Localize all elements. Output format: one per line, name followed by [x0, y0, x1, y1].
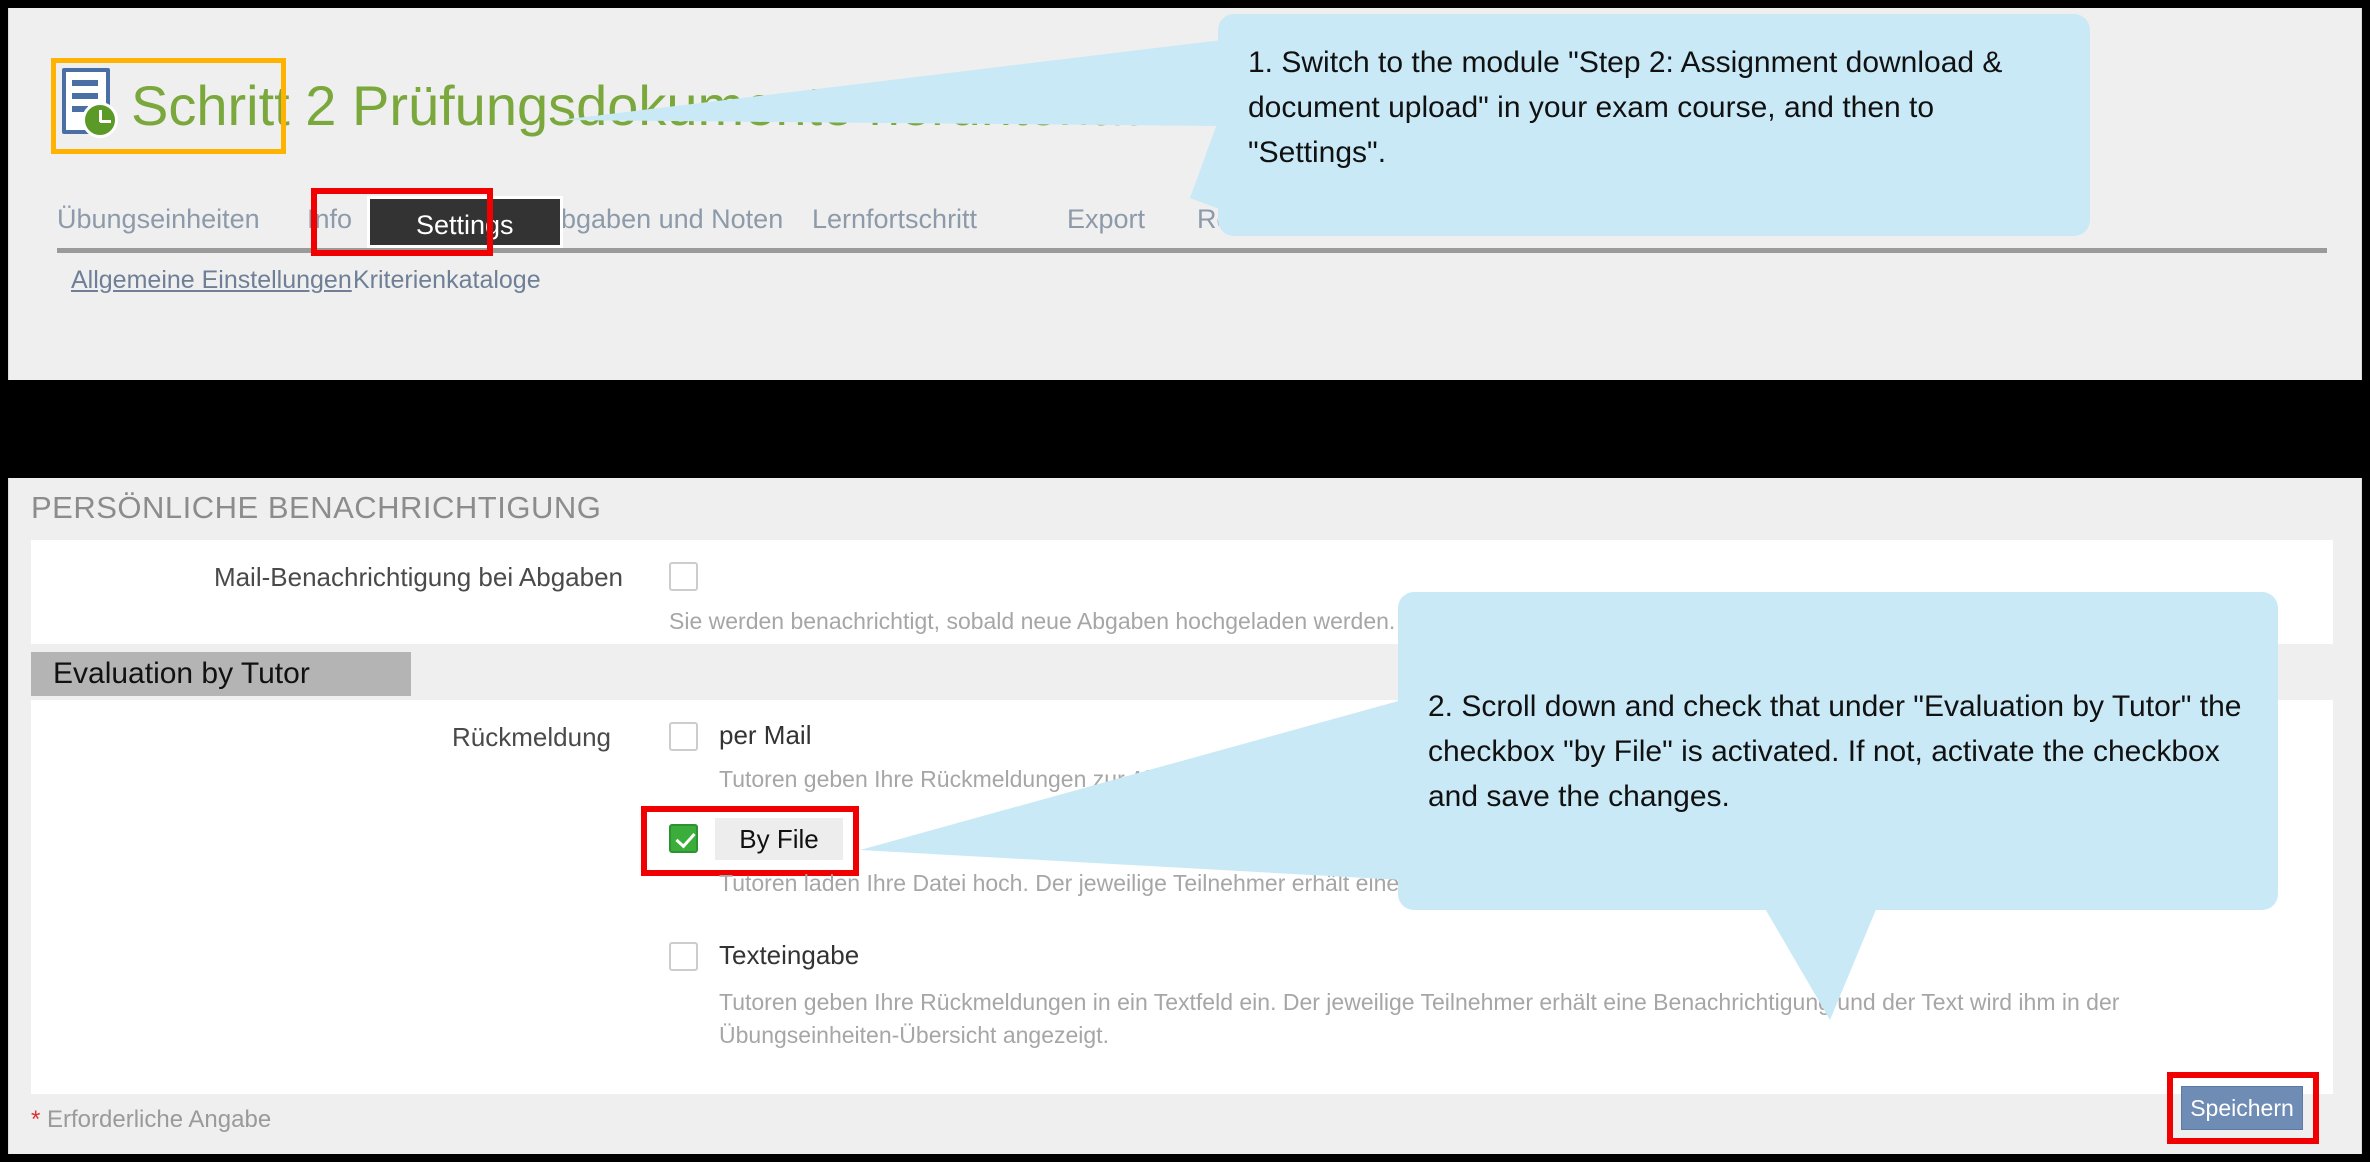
- callout-step-2: 2. Scroll down and check that under "Eva…: [1398, 592, 2278, 910]
- callout-step-1: 1. Switch to the module "Step 2: Assignm…: [1218, 14, 2090, 236]
- screenshot-root: Schritt 2 Prüfungsdokumente herunterlade…: [0, 0, 2370, 1162]
